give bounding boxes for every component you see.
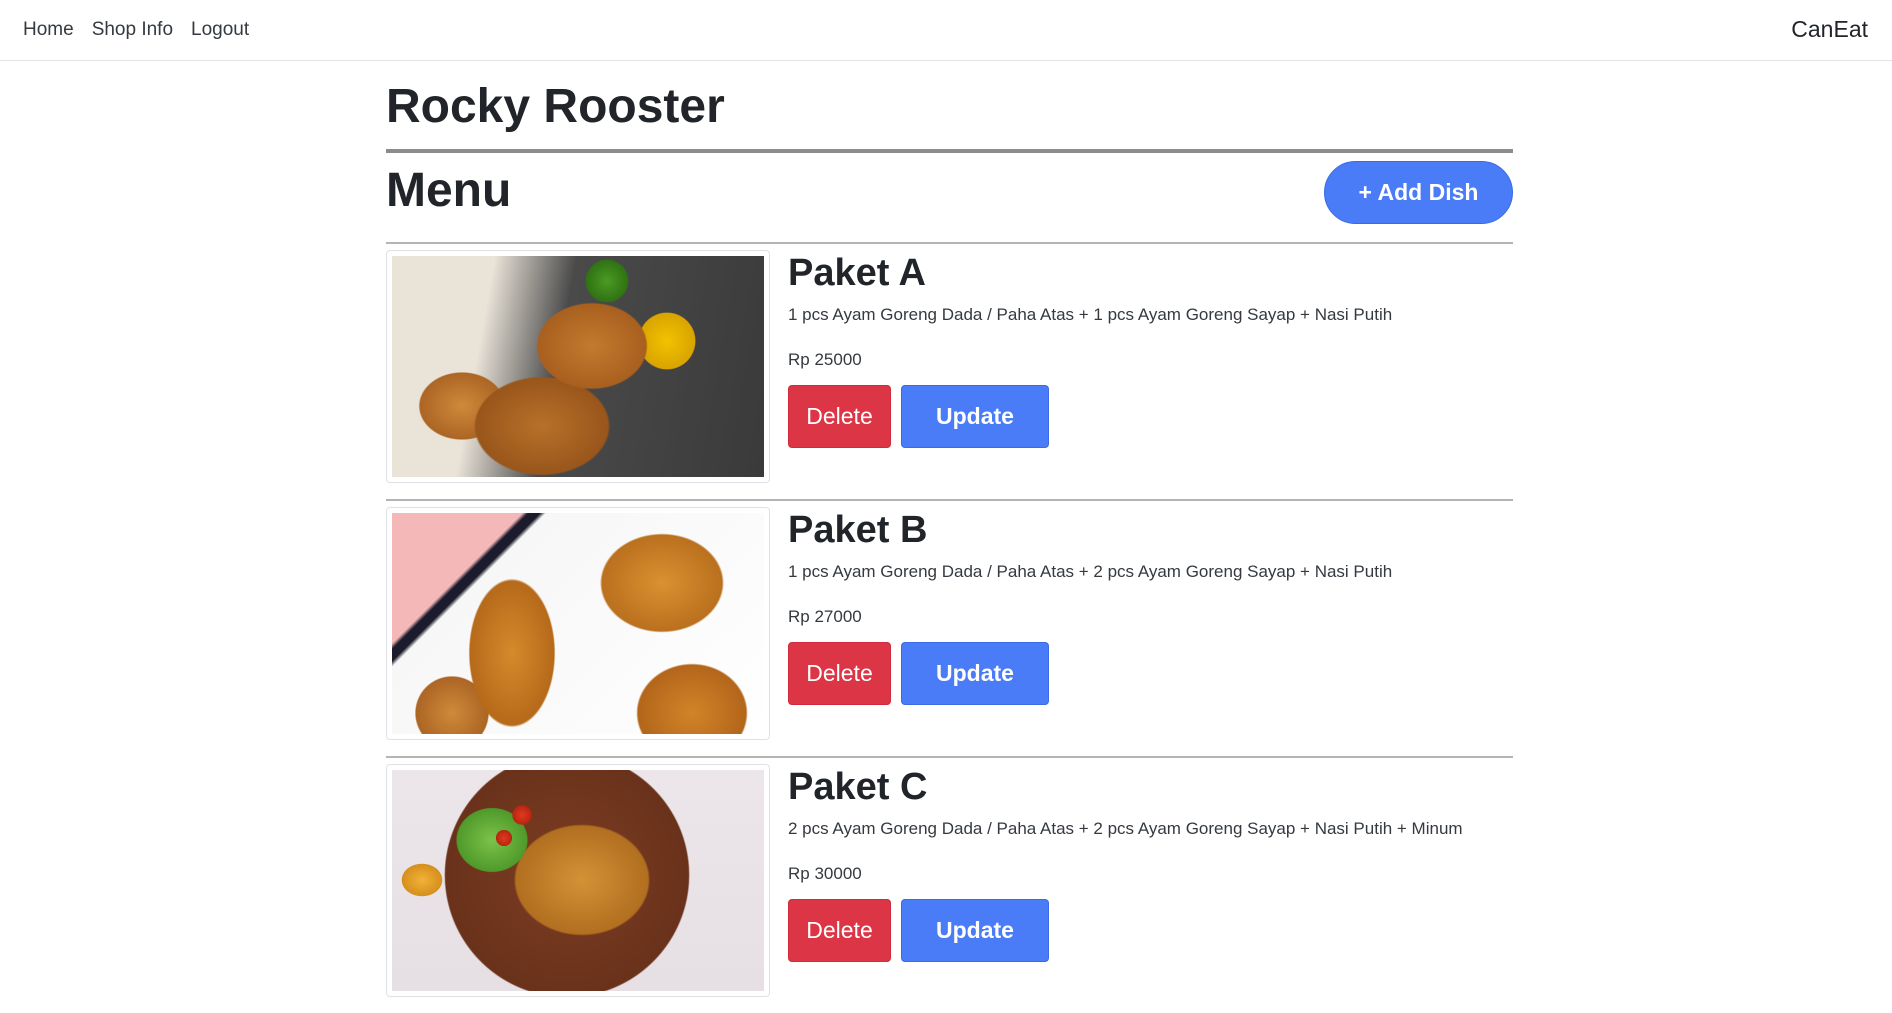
update-button[interactable]: Update — [901, 899, 1049, 962]
dish-thumbnail — [386, 507, 770, 740]
menu-header: Menu + Add Dish — [386, 153, 1513, 242]
dish-price: Rp 30000 — [788, 864, 862, 883]
dish-card: Paket C 2 pcs Ayam Goreng Dada / Paha At… — [386, 756, 1513, 1013]
dish-price: Rp 27000 — [788, 607, 862, 626]
menu-title: Menu — [386, 164, 512, 217]
dish-name: Paket B — [788, 509, 928, 551]
dish-description: 1 pcs Ayam Goreng Dada / Paha Atas + 1 p… — [788, 305, 1393, 324]
shop-title: Rocky Rooster — [386, 80, 725, 133]
dish-image — [392, 513, 764, 734]
dish-name: Paket C — [788, 766, 928, 808]
dish-price: Rp 25000 — [788, 350, 862, 369]
dish-image — [392, 770, 764, 991]
nav-links: Home Shop Info Logout — [23, 19, 267, 41]
nav-link-shop-info[interactable]: Shop Info — [92, 19, 173, 41]
delete-button[interactable]: Delete — [788, 899, 891, 962]
dish-description: 1 pcs Ayam Goreng Dada / Paha Atas + 2 p… — [788, 562, 1393, 581]
add-dish-button[interactable]: + Add Dish — [1324, 161, 1513, 224]
dish-name: Paket A — [788, 252, 926, 294]
dish-image — [392, 256, 764, 477]
delete-button[interactable]: Delete — [788, 642, 891, 705]
update-button[interactable]: Update — [901, 642, 1049, 705]
dish-card: Paket A 1 pcs Ayam Goreng Dada / Paha At… — [386, 242, 1513, 499]
dish-card: Paket B 1 pcs Ayam Goreng Dada / Paha At… — [386, 499, 1513, 756]
update-button[interactable]: Update — [901, 385, 1049, 448]
dish-description: 2 pcs Ayam Goreng Dada / Paha Atas + 2 p… — [788, 819, 1463, 838]
nav-link-home[interactable]: Home — [23, 19, 74, 41]
dish-thumbnail — [386, 250, 770, 483]
top-navbar: Home Shop Info Logout CanEat — [0, 0, 1892, 61]
delete-button[interactable]: Delete — [788, 385, 891, 448]
main-container: Rocky Rooster Menu + Add Dish Paket A 1 … — [386, 61, 1513, 1013]
brand-logo[interactable]: CanEat — [1791, 16, 1868, 43]
nav-link-logout[interactable]: Logout — [191, 19, 249, 41]
dish-thumbnail — [386, 764, 770, 997]
